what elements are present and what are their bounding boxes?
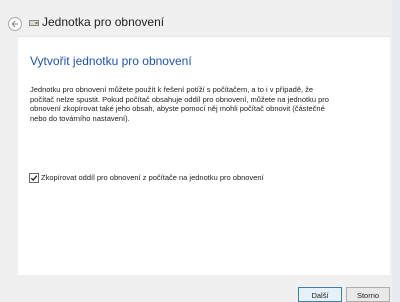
next-button[interactable]: Další [298,287,342,302]
page-heading: Vytvořit jednotku pro obnovení [30,54,192,68]
back-button[interactable] [8,17,22,31]
copy-partition-checkbox[interactable] [29,173,39,183]
description-text: Jednotku pro obnovení můžete použít k ře… [30,85,329,123]
checkmark-icon [30,175,38,182]
wizard-content: Vytvořit jednotku pro obnovení Jednotku … [18,36,390,275]
window-title: Jednotka pro obnovení [42,15,165,29]
cancel-button[interactable]: Storno [346,287,390,302]
wizard-window: Jednotka pro obnovení Vytvořit jednotku … [0,0,392,302]
back-arrow-icon [11,20,18,28]
recovery-drive-icon [29,20,39,26]
copy-partition-label: Zkopírovat oddíl pro obnovení z počítače… [41,173,264,182]
title-bar: Jednotka pro obnovení [0,0,392,38]
